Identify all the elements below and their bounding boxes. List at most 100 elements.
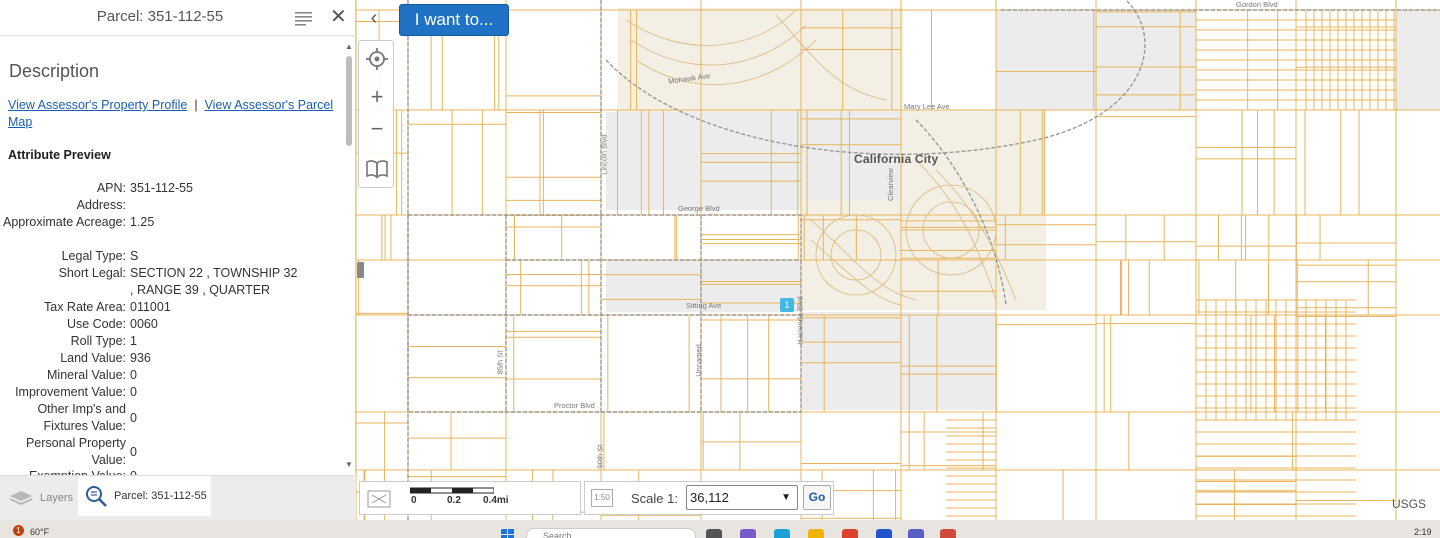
attr-row-roll-type: Roll Type: 1: [0, 333, 342, 350]
pane-resize-handle[interactable]: [357, 262, 364, 278]
attr-value: [129, 197, 342, 214]
panel-scrollbar[interactable]: ▲ ▼: [342, 40, 356, 472]
attr-value: 0: [129, 468, 342, 475]
parcel-panel: Parcel: 351-112-55 ✕ Description View As…: [0, 0, 356, 520]
tab-parcel-label: Parcel: 351-112-55: [114, 490, 207, 502]
weather-alert-badge[interactable]: 1: [13, 525, 24, 536]
attr-key: APN:: [96, 181, 126, 195]
scale-bar-label: 0.2: [447, 495, 461, 506]
teams-app-icon[interactable]: [908, 529, 924, 538]
scale-ratio-icon: 1:50: [591, 489, 613, 507]
assessor-profile-link[interactable]: View Assessor's Property Profile: [8, 98, 187, 112]
attr-row-mineral-value: Mineral Value: 0: [0, 367, 342, 384]
attr-key: Roll Type:: [70, 334, 126, 348]
scale-bar: [410, 487, 494, 494]
panel-footer-tabs: Layers Parcel: 351-112-55: [0, 475, 356, 520]
road-label-clearview: Clearview: [885, 168, 895, 201]
assessor-links: View Assessor's Property Profile | View As…: [8, 97, 338, 131]
scalebar-panel: 0 0.2 0.4mi: [359, 481, 581, 515]
parcel-map-canvas[interactable]: [356, 0, 1440, 520]
attr-value: 0: [130, 368, 137, 382]
map-view[interactable]: California City Gordon Blvd Mohawk Ave M…: [356, 0, 1440, 520]
chrome-icon[interactable]: [842, 529, 858, 538]
road-label-lincoln: Lincoln Blvd: [599, 134, 609, 175]
scrollbar-thumb[interactable]: [346, 56, 352, 146]
scale-select[interactable]: 36,112 ▼: [686, 485, 798, 510]
road-label-proctor: Proctor Blvd: [554, 401, 595, 410]
layers-icon: [9, 491, 33, 506]
road-label-george: George Blvd: [678, 204, 720, 213]
road-label-sitting: Sitting Ave: [686, 301, 722, 310]
attr-row-improvement-value: Improvement Value: 0: [0, 384, 342, 401]
attr-row-legal-type: Legal Type: S: [0, 248, 342, 265]
attr-value: S: [130, 249, 139, 263]
attr-key: Improvement Value:: [15, 385, 126, 399]
road-label-mary-lee: Mary Lee Ave: [904, 102, 950, 111]
panel-header: Parcel: 351-112-55 ✕: [0, 0, 356, 36]
tab-parcel[interactable]: Parcel: 351-112-55: [78, 476, 211, 516]
menu-icon[interactable]: [294, 10, 314, 26]
weather-temperature[interactable]: 60°F: [30, 527, 49, 537]
attr-value: 1: [130, 334, 137, 348]
locate-icon[interactable]: [359, 43, 395, 75]
scroll-down-arrow-icon[interactable]: ▼: [345, 460, 353, 469]
parcel-marker[interactable]: 1: [780, 298, 794, 312]
attr-row-address: Address:: [0, 197, 342, 214]
attr-key: Use Code:: [66, 317, 126, 331]
attr-row-personal-property: Personal Property Value: 0: [0, 435, 342, 469]
task-view-icon[interactable]: [706, 529, 722, 538]
attr-row-use-code: Use Code: 0060: [0, 316, 342, 333]
zoom-out-icon[interactable]: −: [359, 113, 395, 145]
taskbar-search[interactable]: Search: [526, 528, 696, 538]
map-toolbar: + −: [358, 40, 394, 188]
i-want-to-button[interactable]: I want to...: [399, 4, 509, 36]
scale-panel: 1:50 Scale 1: 36,112 ▼ Go: [584, 481, 834, 515]
chevron-down-icon: ▼: [781, 492, 791, 503]
parcel-search-icon: [86, 486, 107, 507]
close-icon[interactable]: ✕: [330, 6, 347, 28]
attr-value: 0: [130, 410, 137, 425]
panel-title: Parcel: 351-112-55: [96, 8, 224, 25]
attr-value: SECTION 22 , TOWNSHIP 32 , RANGE 39 , QU…: [130, 266, 298, 297]
attr-key: Mineral Value:: [47, 368, 126, 382]
attr-row-exemption: Exemption Value:0: [0, 468, 342, 475]
scale-bar-label: 0.4mi: [483, 495, 509, 506]
attr-row-apn: APN: 351-112-55: [0, 180, 342, 197]
windows-start-icon[interactable]: [500, 529, 516, 538]
taskbar: 1 60°F Search 2:19 P: [0, 520, 1440, 538]
collapse-panel-chevron-icon[interactable]: ‹: [364, 6, 384, 30]
chat-app-icon[interactable]: [740, 529, 756, 538]
attr-row-acreage: Approximate Acreage: 1.25: [0, 214, 342, 231]
tab-layers[interactable]: Layers: [0, 476, 76, 520]
attr-row-tax-rate: Tax Rate Area: 011001: [0, 299, 342, 316]
edge-browser-icon[interactable]: [774, 529, 790, 538]
attr-value: 1.25: [130, 215, 155, 229]
attr-key: Short Legal:: [58, 266, 126, 280]
road-label-unnamed: Unnamed: [693, 344, 703, 377]
link-separator: |: [194, 98, 198, 112]
pdf-app-icon[interactable]: [940, 529, 956, 538]
description-heading: Description: [9, 61, 100, 81]
zoom-in-icon[interactable]: +: [359, 81, 395, 113]
word-app-icon[interactable]: [876, 529, 892, 538]
bookmarks-book-icon[interactable]: [359, 153, 395, 185]
attr-key: Exemption Value:: [0, 468, 129, 475]
road-label-90th: 90th St: [595, 444, 605, 469]
road-label-gordon: Gordon Blvd: [1236, 0, 1278, 9]
go-button[interactable]: Go: [803, 485, 831, 510]
taskbar-clock[interactable]: 2:19 P: [1414, 527, 1440, 538]
scale-select-value: 36,112: [690, 490, 729, 505]
attribute-preview-heading: Attribute Preview: [8, 148, 111, 162]
attr-key: Personal Property Value:: [25, 436, 126, 467]
attr-key: Approximate Acreage:: [3, 215, 126, 229]
attr-value: 0: [130, 385, 137, 399]
attr-key: Land Value:: [60, 351, 126, 365]
scalebar-toggle-icon[interactable]: [366, 487, 392, 511]
road-label-hacienda: Hacienda Blvd: [795, 296, 805, 345]
attr-key: Address:: [76, 198, 126, 212]
road-label-85th: 85th St: [495, 350, 505, 375]
attr-row-short-legal: Short Legal: SECTION 22 , TOWNSHIP 32 , R…: [0, 265, 342, 299]
attr-key: Legal Type:: [61, 249, 126, 263]
file-explorer-icon[interactable]: [808, 529, 824, 538]
scroll-up-arrow-icon[interactable]: ▲: [345, 42, 353, 51]
